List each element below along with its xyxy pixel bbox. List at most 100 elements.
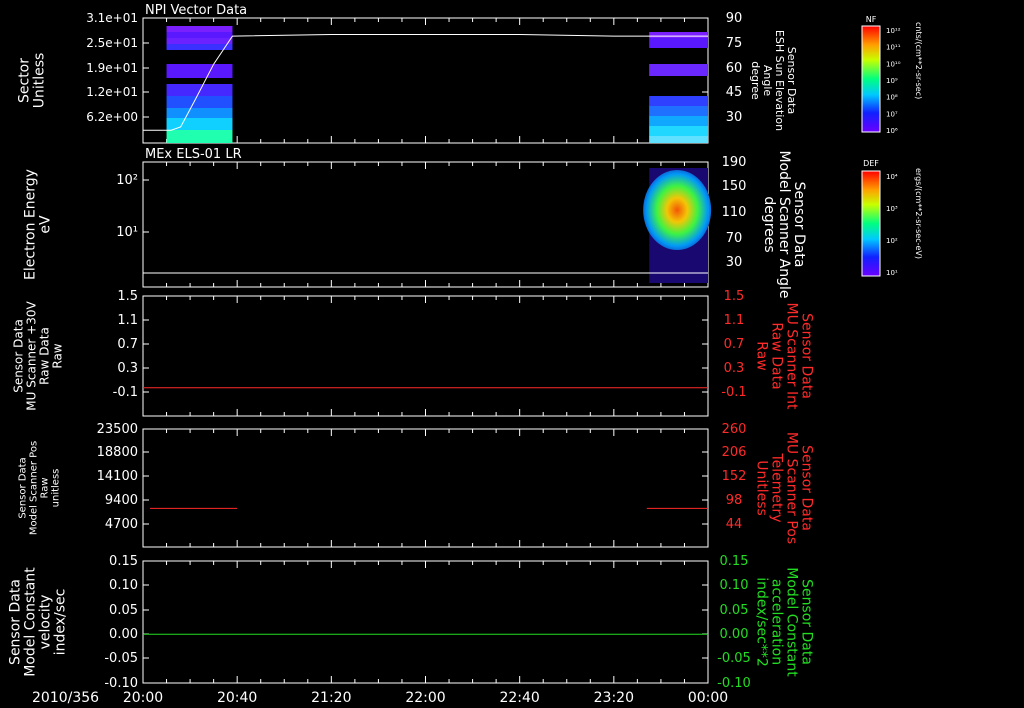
right-tick-label: 0.00 bbox=[720, 627, 749, 642]
time-tick-label: 00:00 bbox=[688, 690, 728, 706]
time-tick-label: 22:40 bbox=[499, 690, 539, 706]
colorbar-tick-label: 10² bbox=[886, 237, 898, 245]
heatmap-cell bbox=[166, 84, 233, 96]
right-axis-label: MU Scanner Int bbox=[784, 303, 800, 411]
y-tick-label: 0.15 bbox=[109, 554, 138, 569]
heatmap-cell bbox=[649, 38, 708, 48]
right-tick-label: 70 bbox=[726, 231, 743, 246]
y-tick-label: 1.2e+01 bbox=[86, 85, 138, 99]
colorbar-tick-label: 10³ bbox=[886, 205, 898, 213]
right-axis-label: Sensor Data bbox=[799, 579, 815, 665]
y-tick-label: 18800 bbox=[97, 445, 138, 460]
heatmap-cell bbox=[649, 64, 708, 76]
y-axis-label: Raw Data bbox=[38, 327, 52, 385]
time-tick-label: 20:40 bbox=[217, 690, 257, 706]
y-axis-label: Sensor Data bbox=[18, 457, 29, 518]
y-tick-label: 0.7 bbox=[117, 337, 138, 352]
y-tick-label: 0.10 bbox=[109, 578, 138, 593]
y-axis-label: MU Scanner +30V bbox=[25, 301, 39, 411]
colorbar-tick-label: 10⁷ bbox=[886, 110, 898, 118]
right-tick-label: 260 bbox=[722, 422, 747, 437]
right-tick-label: 190 bbox=[722, 155, 747, 170]
multi-panel-plot: 3.1e+01 2.5e+01 1.9e+01 1.2e+01 6.2e+00 90 75 6… bbox=[8, 3, 924, 706]
y-axis-label: Sensor Data bbox=[12, 319, 26, 393]
y-axis-label: index/sec bbox=[53, 589, 69, 656]
y-tick-label: -0.10 bbox=[104, 676, 138, 691]
y-tick-label: 1.5 bbox=[117, 289, 138, 304]
y-tick-label: 14100 bbox=[97, 469, 138, 484]
colorbar-def-label: DEF bbox=[863, 159, 879, 168]
heatmap-cell bbox=[166, 108, 233, 118]
colorbar-tick-label: 10¹² bbox=[886, 27, 901, 35]
right-tick-label: -0.05 bbox=[717, 651, 751, 666]
right-tick-label: 0.15 bbox=[720, 554, 749, 569]
right-tick-label: 30 bbox=[726, 255, 743, 270]
y-tick-label: 9400 bbox=[105, 493, 138, 508]
y-axis-label: Sector bbox=[17, 58, 33, 103]
colorbar-tick-label: 10¹ bbox=[886, 269, 898, 277]
y-axis-label: Raw bbox=[40, 477, 51, 498]
colorbar-tick-label: 10⁸ bbox=[886, 94, 898, 102]
y-tick-label: 0.00 bbox=[109, 627, 138, 642]
time-tick-label: 22:00 bbox=[405, 690, 445, 706]
panel-frame bbox=[142, 295, 709, 417]
y-tick-label: 23500 bbox=[97, 422, 138, 437]
heatmap-cell bbox=[649, 106, 708, 116]
y-axis-label: velocity bbox=[38, 595, 54, 650]
time-tick-label: 20:00 bbox=[123, 690, 163, 706]
right-tick-label: 0.10 bbox=[720, 578, 749, 593]
right-tick-label: 98 bbox=[726, 493, 743, 508]
right-tick-label: 0.3 bbox=[724, 361, 745, 376]
heatmap-cell bbox=[166, 26, 233, 32]
y-tick-label: -0.1 bbox=[113, 385, 138, 400]
right-axis-label: Unitless bbox=[754, 460, 770, 516]
right-tick-label: 150 bbox=[722, 179, 747, 194]
right-axis-label: Raw Data bbox=[769, 322, 785, 389]
right-tick-label: 1.1 bbox=[724, 313, 745, 328]
right-tick-label: 0.05 bbox=[720, 603, 749, 618]
right-tick-label: 90 bbox=[726, 11, 743, 26]
y-tick-label: 1.9e+01 bbox=[86, 61, 138, 75]
right-tick-label: 45 bbox=[726, 85, 743, 100]
right-axis-label: Model Constant bbox=[784, 567, 800, 677]
right-tick-label: 44 bbox=[726, 517, 743, 532]
heatmap-cell bbox=[166, 96, 233, 108]
colorbar-def-units: ergs/(cm**2-sr-sec-eV) bbox=[914, 168, 923, 259]
right-tick-label: 30 bbox=[726, 110, 743, 125]
y-axis-label: Model Scanner Pos bbox=[29, 441, 40, 535]
date-label: 2010/356 bbox=[32, 690, 99, 706]
right-axis-label: index/sec**2 bbox=[754, 577, 770, 667]
y-tick-label: 3.1e+01 bbox=[86, 11, 138, 25]
heatmap-cell bbox=[649, 32, 708, 38]
right-axis-label: Model Scanner Angle bbox=[776, 150, 792, 298]
right-axis-label: degree bbox=[749, 61, 762, 100]
heatmap-cell bbox=[166, 38, 233, 44]
right-tick-label: 1.5 bbox=[724, 289, 745, 304]
panel-frame bbox=[142, 560, 709, 684]
panel-frame bbox=[142, 428, 709, 548]
colorbar-nf-units: cnts/(cm**2-sr-sec) bbox=[914, 22, 923, 99]
y-tick-label: 0.3 bbox=[117, 361, 138, 376]
heatmap-cell bbox=[649, 116, 708, 126]
y-axis-label: Model Constant bbox=[23, 567, 39, 677]
colorbar-tick-label: 10⁹ bbox=[886, 77, 898, 85]
colorbar-nf-label: NF bbox=[866, 15, 877, 24]
right-axis-label: Sensor Data bbox=[791, 182, 807, 268]
colorbar-tick-label: 10⁶ bbox=[886, 127, 898, 135]
right-tick-label: 206 bbox=[722, 445, 747, 460]
right-tick-label: 60 bbox=[726, 61, 743, 76]
time-tick-label: 21:20 bbox=[311, 690, 351, 706]
heatmap-cell bbox=[649, 96, 708, 106]
y-tick-label: 0.05 bbox=[109, 603, 138, 618]
y-tick-label: 10¹ bbox=[116, 225, 138, 240]
y-axis-label: eV bbox=[38, 215, 54, 234]
heatmap-cell bbox=[166, 130, 233, 143]
y-axis-label: Electron Energy bbox=[23, 169, 39, 280]
y-axis-label: Raw bbox=[51, 343, 65, 368]
y-tick-label: 4700 bbox=[105, 517, 138, 532]
y-tick-label: 10² bbox=[116, 173, 138, 188]
y-tick-label: -0.05 bbox=[104, 651, 138, 666]
right-tick-label: 110 bbox=[722, 205, 747, 220]
heatmap-cell bbox=[166, 44, 233, 50]
y-tick-label: 6.2e+00 bbox=[86, 110, 138, 124]
